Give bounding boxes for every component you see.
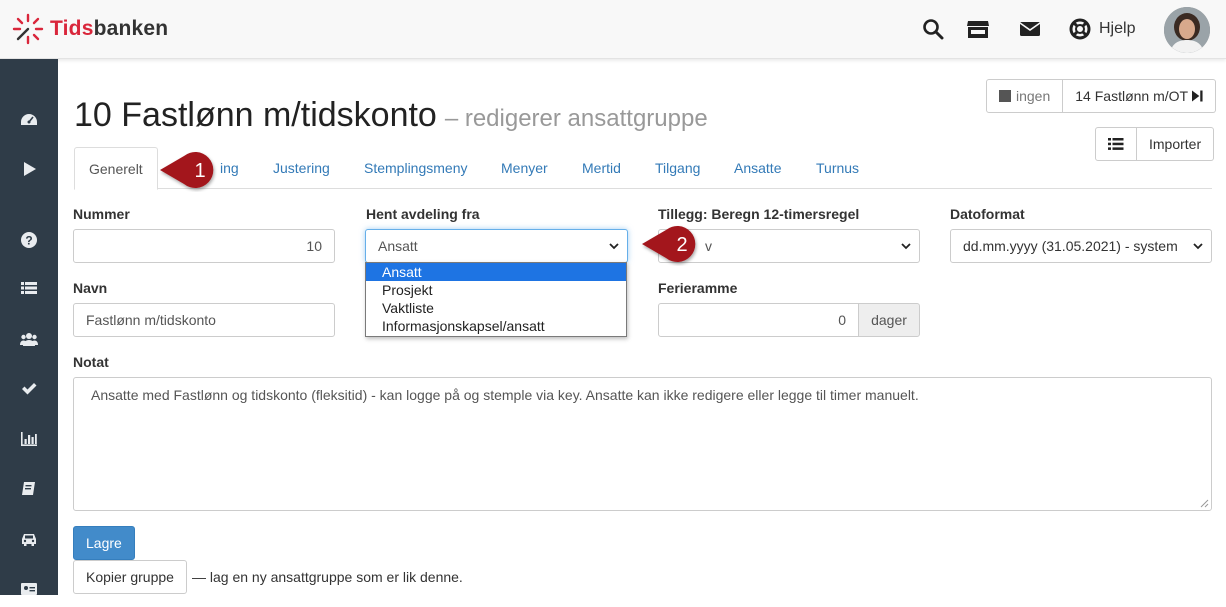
stop-icon — [999, 90, 1011, 102]
tab-justering[interactable]: Justering — [273, 147, 330, 189]
svg-text:?: ? — [25, 234, 32, 248]
datoformat-value: dd.mm.yyyy (31.05.2021) - system — [963, 238, 1178, 254]
prev-record-label: ingen — [1016, 88, 1051, 104]
logo-text: Tidsbanken — [50, 17, 169, 40]
callout-1-label: 1 — [194, 160, 205, 182]
chevron-down-icon — [901, 243, 911, 250]
datoformat-label: Datoformat — [950, 206, 1025, 222]
notat-value: Ansatte med Fastlønn og tidskonto (fleks… — [91, 387, 919, 403]
sidebar-item-dashboard[interactable] — [0, 102, 58, 138]
users-icon — [20, 333, 38, 346]
help-label: Hjelp — [1099, 20, 1136, 37]
lifebuoy-icon — [1069, 18, 1091, 40]
mail-icon[interactable] — [1019, 18, 1041, 40]
nummer-value: 10 — [306, 238, 322, 254]
logo[interactable]: Tidsbanken — [12, 12, 168, 46]
page-heading: 10 Fastlønn m/tidskonto – redigerer ansat… — [74, 96, 708, 135]
copy-group-note: — lag en ny ansattgruppe som er lik denn… — [192, 569, 463, 585]
top-bar: Tidsbanken Hjelp — [0, 0, 1226, 59]
nummer-label: Nummer — [73, 206, 130, 222]
list-icon — [21, 282, 37, 294]
datoformat-select[interactable]: dd.mm.yyyy (31.05.2021) - system — [950, 229, 1212, 263]
sidebar-item-approve[interactable] — [0, 371, 58, 407]
tab-bar: Generelt ing Justering Stemplingsmeny Me… — [74, 147, 1212, 190]
nummer-input[interactable]: 10 — [73, 229, 335, 263]
play-icon — [24, 162, 36, 176]
tillegg-value: v — [705, 238, 712, 254]
tab-tilgang[interactable]: Tilgang — [655, 147, 700, 189]
prev-record-button[interactable]: ingen — [986, 79, 1064, 113]
dropdown-option-informasjonskapsel[interactable]: Informasjonskapsel/ansatt — [366, 317, 626, 335]
next-record-label: 14 Fastlønn m/OT — [1075, 88, 1189, 104]
avdeling-value: Ansatt — [378, 238, 418, 254]
bar-chart-icon — [21, 432, 37, 446]
tab-mertid[interactable]: Mertid — [582, 147, 621, 189]
search-icon[interactable] — [922, 18, 944, 40]
tab-turnus[interactable]: Turnus — [816, 147, 859, 189]
dashboard-icon — [21, 114, 37, 125]
callout-2-icon: 2 — [642, 226, 696, 262]
ferieramme-label: Ferieramme — [658, 280, 738, 296]
skip-forward-icon — [1192, 90, 1203, 102]
dropdown-option-ansatt[interactable]: Ansatt — [366, 263, 626, 281]
sidebar-item-help[interactable]: ? — [0, 222, 58, 258]
sidebar-item-car[interactable] — [0, 521, 58, 557]
store-icon[interactable] — [966, 18, 989, 40]
id-card-icon — [21, 583, 37, 595]
save-button[interactable]: Lagre — [73, 526, 135, 560]
sidebar-item-id-card[interactable] — [0, 571, 58, 607]
notat-textarea[interactable]: Ansatte med Fastlønn og tidskonto (fleks… — [73, 377, 1212, 511]
tab-generelt[interactable]: Generelt — [74, 147, 158, 190]
tab-stemplingsmeny[interactable]: Stemplingsmeny — [364, 147, 468, 189]
sidebar: ? — [0, 59, 58, 595]
logo-icon — [12, 13, 44, 45]
ferieramme-value: 0 — [838, 312, 846, 328]
page-subtitle: – redigerer ansattgruppe — [444, 105, 708, 132]
book-icon — [22, 482, 35, 495]
tab-ansatte[interactable]: Ansatte — [734, 147, 781, 189]
avatar[interactable] — [1164, 7, 1210, 53]
help-button[interactable]: Hjelp — [1069, 18, 1135, 40]
navn-value: Fastlønn m/tidskonto — [86, 312, 216, 328]
sidebar-item-docs[interactable] — [0, 471, 58, 507]
resize-handle-icon[interactable] — [1200, 499, 1209, 508]
record-navigation: ingen 14 Fastlønn m/OT — [986, 79, 1217, 113]
sidebar-item-list[interactable] — [0, 270, 58, 306]
tillegg-label: Tillegg: Beregn 12-timersregel — [658, 206, 860, 222]
chevron-down-icon — [609, 243, 619, 250]
avdeling-select[interactable]: Ansatt — [365, 229, 628, 263]
tab-menyer[interactable]: Menyer — [501, 147, 548, 189]
avdeling-label: Hent avdeling fra — [366, 206, 480, 222]
navn-input[interactable]: Fastlønn m/tidskonto — [73, 303, 335, 337]
callout-1-icon: 1 — [160, 152, 214, 188]
ferieramme-unit: dager — [858, 303, 920, 337]
copy-group-button[interactable]: Kopier gruppe — [73, 560, 187, 594]
navn-label: Navn — [73, 280, 108, 296]
sidebar-item-users[interactable] — [0, 321, 58, 357]
question-circle-icon: ? — [21, 232, 37, 248]
notat-label: Notat — [73, 354, 109, 370]
page-title: 10 Fastlønn m/tidskonto — [74, 96, 437, 134]
next-record-button[interactable]: 14 Fastlønn m/OT — [1063, 79, 1217, 113]
sidebar-item-reports[interactable] — [0, 421, 58, 457]
dropdown-option-prosjekt[interactable]: Prosjekt — [366, 281, 626, 299]
ferieramme-input[interactable]: 0 — [658, 303, 859, 337]
dropdown-option-vaktliste[interactable]: Vaktliste — [366, 299, 626, 317]
checkmark-icon — [22, 383, 37, 395]
sidebar-item-play[interactable] — [0, 151, 58, 187]
callout-2-label: 2 — [676, 234, 687, 256]
avdeling-dropdown-list: Ansatt Prosjekt Vaktliste Informasjonska… — [365, 262, 627, 337]
car-icon — [22, 534, 36, 546]
chevron-down-icon — [1193, 243, 1203, 250]
